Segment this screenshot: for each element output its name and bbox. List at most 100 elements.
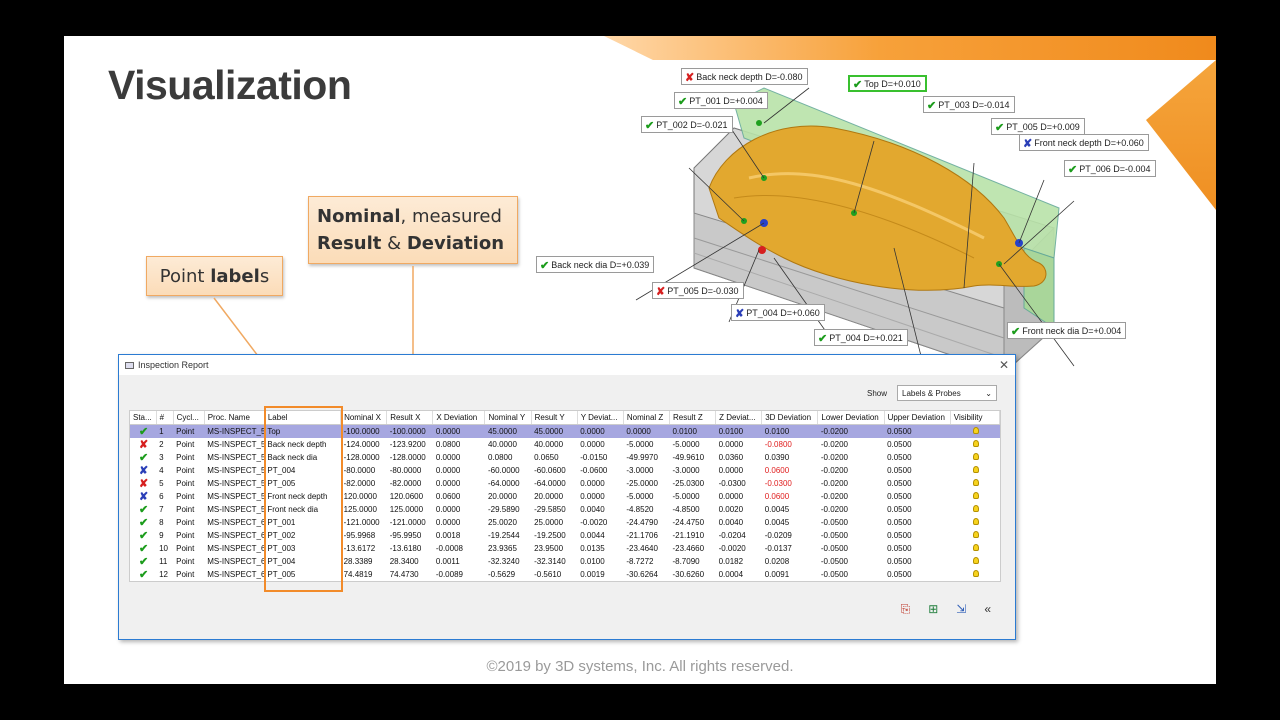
column-header[interactable]: Proc. Name [204, 411, 265, 425]
table-row[interactable]: ✔ 7 Point MS-INSPECT_5 Front neck dia 125.000… [130, 503, 1000, 516]
table-row[interactable]: ✘ 6 Point MS-INSPECT_5 Front neck depth 120.0… [130, 490, 1000, 503]
cell-nx: 28.3389 [343, 557, 373, 566]
cad-tag[interactable]: ✔ Top D=+0.010 [848, 75, 927, 92]
cell-n: 6 [159, 492, 164, 501]
cad-tag-label: PT_005 D=-0.030 [667, 286, 739, 296]
export-excel-icon[interactable]: ⊞ [928, 602, 938, 617]
column-header[interactable]: Nominal Y [484, 411, 532, 425]
cell-rx: -80.0000 [389, 466, 422, 475]
cell-d3: -0.0137 [764, 544, 792, 553]
visibility-cell[interactable] [950, 424, 1000, 438]
table-row[interactable]: ✘ 5 Point MS-INSPECT_5 PT_005 -82.0000 -82.000… [130, 477, 1000, 490]
lightbulb-icon[interactable] [973, 440, 980, 447]
cell-rz: -49.9610 [672, 453, 705, 462]
collapse-icon[interactable]: « [984, 602, 991, 617]
cell-ny: -19.2544 [487, 531, 520, 540]
cad-tag[interactable]: ✔ Front neck dia D=+0.004 [1007, 322, 1127, 339]
cad-tag[interactable]: ✘ PT_004 D=+0.060 [731, 304, 825, 321]
visibility-cell[interactable] [950, 542, 999, 555]
visibility-cell[interactable] [950, 529, 999, 542]
cad-tag[interactable]: ✔ Back neck dia D=+0.039 [536, 256, 655, 273]
table-row[interactable]: ✔ 1 Point MS-INSPECT_5 Top -100.0000 -100.0000… [130, 424, 1000, 438]
column-header[interactable]: 3D Deviation [761, 411, 819, 425]
cell-nx: -128.0000 [343, 453, 380, 462]
cell-ry: 20.0000 [534, 492, 564, 501]
table-row[interactable]: ✔ 10 Point MS-INSPECT_6 PT_003 -13.6172 -13.61… [130, 542, 1000, 555]
dialog-titlebar[interactable]: Inspection Report [119, 355, 1015, 375]
lightbulb-icon[interactable] [973, 492, 980, 499]
lightbulb-icon[interactable] [973, 479, 980, 486]
column-header[interactable]: Cycl... [173, 411, 205, 425]
export-pdf-icon[interactable]: ⎘ [901, 602, 911, 617]
column-header[interactable]: Upper Deviation [884, 411, 951, 425]
cad-tag[interactable]: ✘ Back neck depth D=-0.080 [681, 68, 808, 85]
visibility-cell[interactable] [950, 477, 999, 490]
cell-lo: -0.0500 [820, 544, 849, 553]
lightbulb-icon[interactable] [973, 518, 980, 525]
column-header[interactable]: Result Z [669, 411, 717, 425]
cad-tag[interactable]: ✔ PT_004 D=+0.021 [814, 329, 908, 346]
column-header[interactable]: Y Deviat... [577, 411, 624, 425]
visibility-cell[interactable] [950, 451, 999, 464]
column-header[interactable]: Lower Deviation [817, 411, 885, 425]
cell-lo: -0.0200 [820, 453, 849, 462]
column-header[interactable]: Result Y [531, 411, 578, 425]
table-row[interactable]: ✔13PointMS-INSPECT_6PT_006118.0006118.00… [130, 581, 1000, 582]
column-header[interactable]: Nominal X [340, 411, 388, 425]
column-header[interactable]: Z Deviat... [715, 411, 763, 425]
show-filter: Show Labels & Probes ⌄ [867, 385, 997, 401]
cad-tag[interactable]: ✘ PT_005 D=-0.030 [652, 282, 744, 299]
cell-d3: 0.0045 [764, 518, 790, 527]
visibility-cell[interactable] [950, 464, 999, 477]
visibility-cell[interactable] [950, 438, 999, 451]
cad-tag[interactable]: ✔ PT_005 D=+0.009 [991, 118, 1085, 135]
cad-tag[interactable]: ✔ PT_006 D=-0.004 [1064, 160, 1156, 177]
table-row[interactable]: ✔ 9 Point MS-INSPECT_6 PT_002 -95.9968 -95.995… [130, 529, 1000, 542]
cell-lo: -0.0500 [818, 581, 884, 582]
column-header[interactable]: Visibility [950, 411, 1000, 425]
chevron-down-icon: ⌄ [985, 388, 992, 398]
column-header[interactable]: Nominal Z [623, 411, 670, 425]
show-select[interactable]: Labels & Probes ⌄ [897, 385, 997, 401]
visibility-cell[interactable] [950, 555, 999, 568]
cell-nz: -4.8520 [626, 505, 654, 514]
lightbulb-icon[interactable] [973, 557, 980, 564]
pass-icon: ✔ [645, 119, 655, 132]
cad-tag[interactable]: ✔ PT_003 D=-0.014 [923, 96, 1015, 113]
column-header[interactable]: X Deviation [432, 411, 486, 425]
column-header[interactable]: Result X [386, 411, 434, 425]
visibility-cell[interactable] [950, 503, 999, 516]
export-icon[interactable]: ⇲ [956, 602, 966, 617]
visibility-cell[interactable] [950, 490, 999, 503]
cell-cycle: Point [176, 505, 195, 514]
lightbulb-icon[interactable] [973, 544, 980, 551]
cell-ny: 45.0000 [484, 424, 532, 438]
lightbulb-icon[interactable] [973, 466, 980, 473]
lightbulb-icon[interactable] [973, 427, 980, 434]
cell-dx: 0.0000 [435, 518, 461, 527]
table-row[interactable]: ✔ 8 Point MS-INSPECT_6 PT_001 -121.0000 -121.0… [130, 516, 1000, 529]
table-row[interactable]: ✔ 12 Point MS-INSPECT_6 PT_005 74.4819 74.4730… [130, 568, 1000, 581]
table-row[interactable]: ✘ 2 Point MS-INSPECT_5 Back neck depth -124.0… [130, 438, 1000, 451]
visibility-cell[interactable] [950, 568, 999, 581]
lightbulb-icon[interactable] [973, 531, 980, 538]
table-row[interactable]: ✘ 4 Point MS-INSPECT_5 PT_004 -80.0000 -80.000… [130, 464, 1000, 477]
table-row[interactable]: ✔ 3 Point MS-INSPECT_5 Back neck dia -128.000… [130, 451, 1000, 464]
cell-dy: 0.0100 [580, 557, 605, 566]
inspection-table[interactable]: Sta... # Cycl... Proc. Name Label Nominal X Re… [129, 410, 1001, 582]
visibility-cell[interactable] [950, 581, 999, 582]
lightbulb-icon[interactable] [973, 453, 980, 460]
column-header[interactable]: Sta... [130, 411, 157, 425]
close-icon[interactable]: ✕ [999, 358, 1009, 372]
visibility-cell[interactable] [950, 516, 999, 529]
cad-tag[interactable]: ✘ Front neck depth D=+0.060 [1019, 134, 1149, 151]
lightbulb-icon[interactable] [973, 505, 980, 512]
table-row[interactable]: ✔ 11 Point MS-INSPECT_6 PT_004 28.3389 28.3400… [130, 555, 1000, 568]
cad-viewport[interactable]: ✘ Back neck depth D=-0.080 ✔ Top D=+0.010 … [534, 68, 1156, 375]
cell-n: 12 [159, 570, 168, 579]
cad-tag[interactable]: ✔ PT_002 D=-0.021 [641, 116, 733, 133]
cad-tag[interactable]: ✔ PT_001 D=+0.004 [674, 92, 768, 109]
column-header[interactable]: # [156, 411, 174, 425]
status-cell: ✘ [130, 490, 156, 503]
lightbulb-icon[interactable] [973, 570, 980, 577]
